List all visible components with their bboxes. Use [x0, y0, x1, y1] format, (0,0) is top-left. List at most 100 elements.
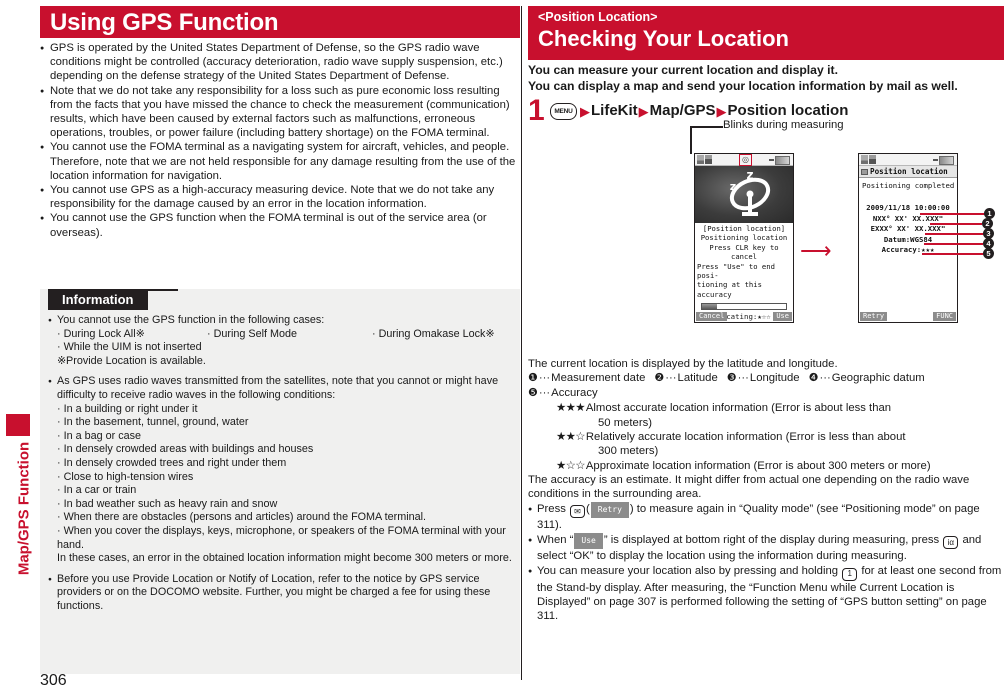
battery-dash-icon	[933, 159, 938, 161]
step-item-map-gps[interactable]: Map/GPS	[650, 102, 716, 120]
softkey-func[interactable]: FUNC	[933, 312, 956, 321]
progress-fill	[702, 304, 718, 310]
measurement-date: 2009/11/18 10:00:00	[866, 203, 950, 212]
numeric-key-1-icon[interactable]: 1	[842, 567, 858, 581]
accuracy-def-3stars-cont: 50 meters)	[598, 416, 652, 429]
legend-num-2: ❷	[654, 372, 665, 385]
when-mid: ” is displayed at bottom right of the di…	[603, 533, 940, 546]
legend-item-4: ❹ ··· Geographic datum	[809, 371, 925, 386]
list-item: Note that we do not take any responsibil…	[40, 84, 520, 141]
left-section-banner: Using GPS Function	[40, 6, 520, 38]
list-item: Before you use Provide Location or Notif…	[48, 573, 516, 614]
phone-screen-completed: Position location Positioning completed …	[858, 153, 958, 323]
right-intro: You can measure your current location an…	[528, 63, 1004, 94]
p1-line-1: [Position location]	[702, 224, 786, 233]
legend-num-3: ❸	[726, 372, 737, 385]
use-softkey-chip[interactable]: Use	[574, 532, 603, 550]
side-tab-label: Map/GPS Function	[15, 441, 33, 576]
right-lower-text: The current location is displayed by the…	[528, 357, 1004, 624]
right-section-subtitle: <Position Location>	[538, 10, 658, 24]
p1-line-5: tioning at this accuracy	[697, 280, 762, 299]
callout-legend-row-5: ❺ ··· Accuracy	[528, 386, 1004, 401]
blinks-during-measuring-label: Blinks during measuring	[723, 119, 844, 131]
hold-pre: You can measure your location also by pr…	[537, 564, 839, 577]
legend-num-4: ❹	[808, 372, 819, 385]
condition-item: · When you cover the displays, keys, mic…	[57, 524, 506, 551]
chevron-right-icon: ▶	[580, 103, 590, 119]
stars-2: ★★☆	[556, 431, 585, 444]
legend-text-4: Geographic datum	[831, 372, 925, 385]
legend-text-2: Latitude	[677, 372, 718, 385]
conditions-note: In these cases, an error in the obtained…	[57, 552, 512, 565]
side-tab-marker	[6, 414, 30, 436]
legend-num-1: ❶	[528, 372, 538, 385]
legend-text-1: Measurement date	[551, 372, 646, 385]
accuracy-def-2stars: ★★☆ Relatively accurate location informa…	[528, 430, 1004, 444]
battery-dash-icon	[769, 159, 774, 161]
screen-title-bar: Position location	[859, 166, 957, 178]
list-item: You cannot use the GPS function in the f…	[48, 314, 516, 328]
condition-item: · In densely crowded trees and right und…	[57, 456, 287, 469]
legend-text-3: Longitude	[749, 372, 800, 385]
accuracy-def-3stars: ★★★ Almost accurate location information…	[528, 401, 1004, 415]
provide-location-note: ※Provide Location is available.	[57, 354, 206, 367]
page-number: 306	[40, 672, 67, 689]
right-section-title: Checking Your Location	[538, 26, 789, 51]
legend-num-5: ❺	[528, 387, 538, 400]
folder-icon	[861, 168, 868, 175]
accuracy-def-text-3: Almost accurate location information (Er…	[585, 402, 892, 415]
condition-item: · In densely crowded areas with building…	[57, 443, 314, 456]
legend-item-2: ❷ ··· Latitude	[654, 371, 717, 386]
positioning-status: Positioning completed	[862, 181, 955, 190]
antenna-icon	[869, 155, 876, 164]
list-item: You cannot use the FOMA terminal as a na…	[40, 140, 520, 183]
chevron-right-icon: ▶	[716, 103, 727, 119]
stars-3: ★★★	[556, 402, 585, 415]
chevron-right-icon: ▶	[638, 103, 649, 119]
left-body: GPS is operated by the United States Dep…	[40, 41, 520, 240]
condition-item: · In a bag or case	[57, 429, 142, 442]
lock-case-2: · During Self Mode	[207, 327, 298, 340]
battery-area	[933, 155, 954, 165]
retry-softkey-chip[interactable]: Retry	[590, 501, 629, 519]
menu-key-icon[interactable]: MENU	[550, 102, 577, 120]
condition-item: · In a building or right under it	[57, 402, 198, 415]
p1-line-3: Press CLR key to cancel	[709, 242, 779, 262]
information-header: Information	[48, 290, 148, 310]
right-section-banner: <Position Location> Checking Your Locati…	[528, 6, 1004, 60]
callout-legend-row: ❶ ··· Measurement date ❷ ··· Latitude ❸ …	[528, 371, 1004, 386]
softkey-retry[interactable]: Retry	[860, 312, 888, 321]
softkey-use[interactable]: Use	[773, 312, 792, 321]
information-panel: Information You cannot use the GPS funct…	[40, 289, 520, 674]
lock-cases-row: · During Lock All※ · During Self Mode · …	[48, 328, 516, 342]
left-section-title: Using GPS Function	[50, 9, 279, 36]
callout-leader-3	[925, 233, 984, 236]
signal-strength-icon	[697, 155, 704, 164]
lock-case-uim: · While the UIM is not inserted	[57, 341, 202, 354]
list-item-press-retry: Press ✉(Retry) to measure again in “Qual…	[528, 501, 1004, 533]
softkey-cancel[interactable]: Cancel	[696, 312, 728, 321]
callout-leader-vertical	[690, 126, 692, 154]
step-item-position-location[interactable]: Position location	[728, 102, 849, 120]
legend-item-5: ❺ ··· Accuracy	[528, 386, 598, 401]
accuracy-def-text-2: Relatively accurate location information…	[585, 431, 906, 444]
column-divider	[521, 6, 522, 680]
list-item: You cannot use GPS as a high-accuracy me…	[40, 183, 520, 211]
gps-notices-list: GPS is operated by the United States Dep…	[40, 41, 520, 240]
step-item-lifekit[interactable]: LifeKit	[591, 102, 638, 120]
accuracy-label: Accuracy:	[881, 245, 922, 254]
left-column: Using GPS Function GPS is operated by th…	[0, 0, 520, 697]
antenna-icon	[705, 155, 712, 164]
i-mode-key-icon[interactable]: iα	[943, 536, 959, 550]
mail-key-icon[interactable]: ✉	[570, 505, 586, 519]
condition-item: · Close to high-tension wires	[57, 470, 194, 483]
condition-item: · When there are obstacles (persons and …	[57, 511, 427, 524]
manual-page: Using GPS Function GPS is operated by th…	[0, 0, 1004, 697]
callout-leader-2	[930, 223, 982, 226]
condition-item: · In the basement, tunnel, ground, water	[57, 416, 249, 429]
intro-line-1: You can measure your current location an…	[528, 63, 838, 77]
callout-badge-5: 5	[983, 248, 994, 259]
gps-measuring-icon: ◎	[742, 155, 749, 164]
measuring-progress-bar	[701, 303, 787, 311]
legend-item-3: ❸ ··· Longitude	[727, 371, 800, 386]
